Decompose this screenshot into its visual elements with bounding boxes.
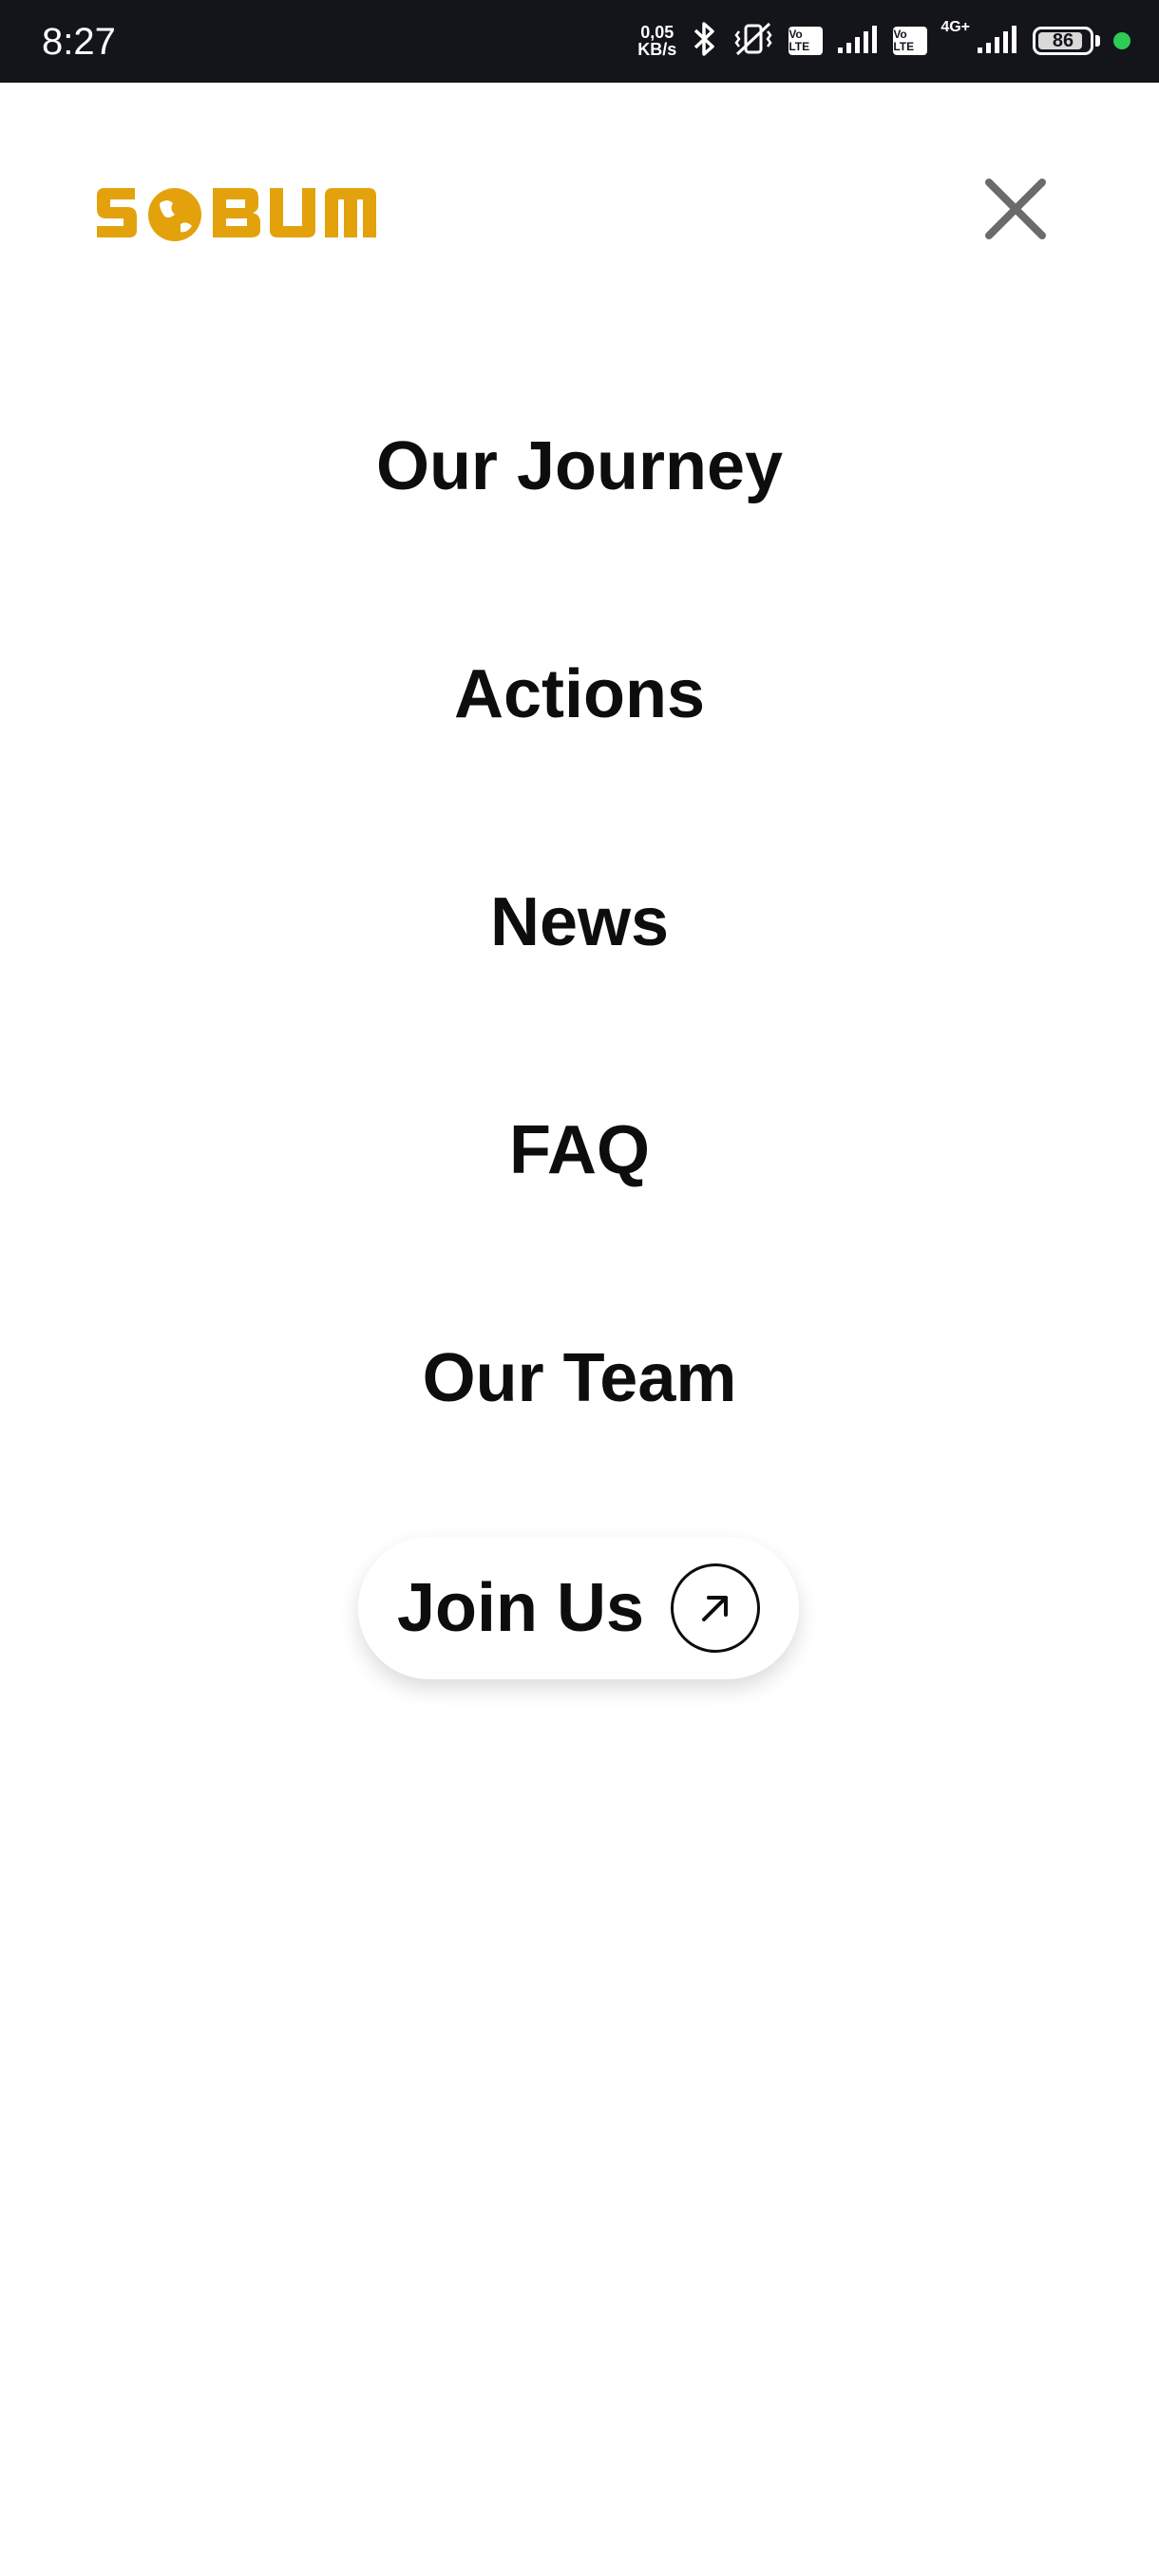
logo-graphic [97,188,376,241]
status-time: 8:27 [42,21,116,63]
battery-icon: 86 [1033,27,1093,55]
network-speed-value: 0,05 [640,23,674,42]
status-icons: 0,05 KB/s Vo LTE Vo LTE 4G+ 86 [637,17,1130,65]
menu-item-our-journey[interactable]: Our Journey [0,427,1159,505]
privacy-indicator-dot [1113,32,1130,49]
logo-text: SOBUM [378,182,379,183]
menu-item-our-team[interactable]: Our Team [0,1339,1159,1417]
network-speed-unit: KB/s [637,40,677,59]
status-bar: 8:27 0,05 KB/s Vo LTE Vo LTE 4G+ 86 [0,0,1159,83]
bluetooth-icon [690,20,718,63]
battery-tip [1095,35,1100,47]
menu-item-actions[interactable]: Actions [0,655,1159,733]
battery-level: 86 [1052,29,1074,51]
volte-badge-1: Vo LTE [788,27,824,55]
vibrate-mute-icon [732,20,775,63]
signal-icon [836,23,880,60]
join-us-label: Join Us [396,1570,645,1646]
volte-badge-2: Vo LTE [893,27,928,55]
menu-item-news[interactable]: News [0,883,1159,961]
arrow-up-right-icon [671,1563,761,1653]
signal-icon-2 [976,23,1019,60]
network-speed: 0,05 KB/s [637,24,676,58]
close-icon [985,179,1046,239]
network-type: 4G+ [940,19,970,35]
volte-label-1: Vo LTE [788,28,810,53]
menu-item-faq[interactable]: FAQ [0,1111,1159,1189]
close-button[interactable] [978,177,1054,245]
volte-label-2: Vo LTE [893,28,915,53]
join-us-button[interactable]: Join Us [358,1537,799,1679]
sobum-logo[interactable]: SOBUM [93,182,378,258]
